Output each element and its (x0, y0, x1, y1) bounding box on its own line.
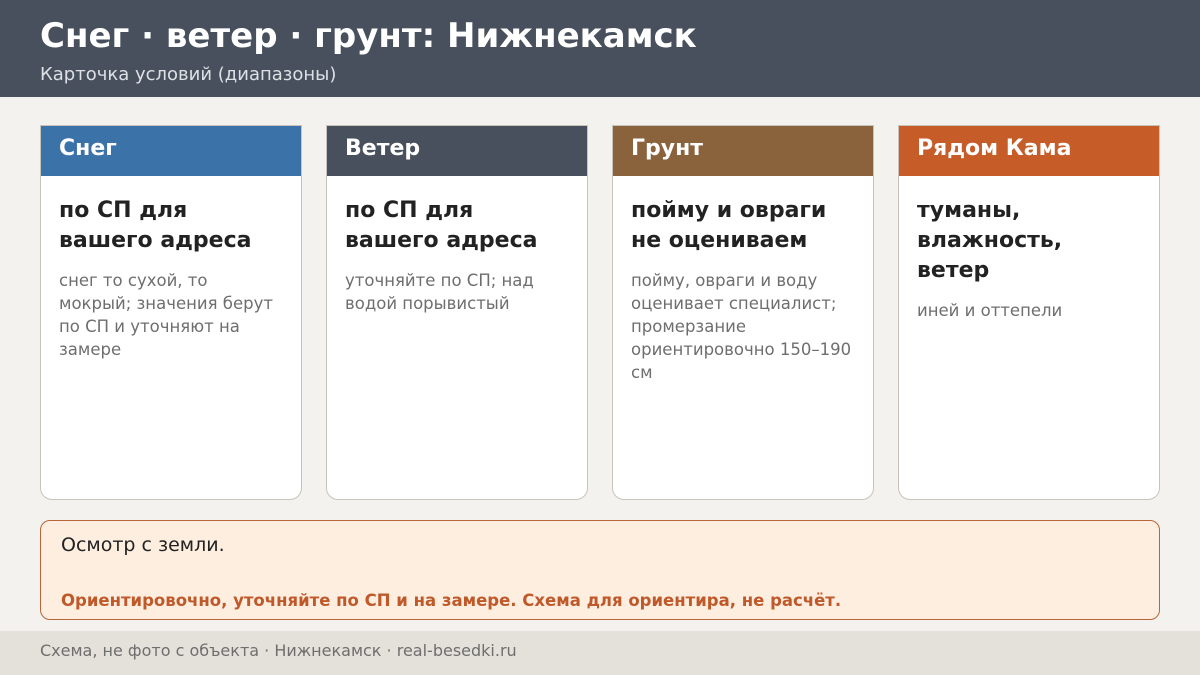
card-title: Грунт (613, 126, 873, 176)
card-note: пойму, овраги и воду оценивает специалис… (631, 271, 852, 382)
card-main-text: туманы, влажность, ветер (917, 198, 1063, 283)
header: Снег · ветер · грунт: Нижнекамск Карточк… (0, 0, 1200, 97)
card-main-text: по СП для вашего адреса (345, 198, 538, 253)
card-note: уточняйте по СП; над водой порывистый (345, 271, 534, 313)
card-main-text: пойму и овраги не оцениваем (631, 198, 827, 253)
card-wind: Ветер по СП для вашего адреса уточняйте … (326, 125, 588, 500)
page-subtitle: Карточка условий (диапазоны) (40, 64, 337, 85)
card-note: иней и оттепели (917, 301, 1063, 320)
footer-text: Схема, не фото с объекта · Нижнекамск · … (40, 641, 517, 660)
card-title: Ветер (327, 126, 587, 176)
page-title: Снег · ветер · грунт: Нижнекамск (40, 16, 697, 56)
card-snow: Снег по СП для вашего адреса снег то сух… (40, 125, 302, 500)
notice-text: Осмотр с земли. (61, 534, 225, 556)
notice-box: Осмотр с земли. Ориентировочно, уточняйт… (40, 520, 1160, 620)
card-title: Рядом Кама (899, 126, 1159, 176)
card-main-text: по СП для вашего адреса (59, 198, 252, 253)
notice-disclaimer: Ориентировочно, уточняйте по СП и на зам… (61, 591, 842, 610)
card-note: снег то сухой, то мокрый; значения берут… (59, 271, 273, 359)
footer: Схема, не фото с объекта · Нижнекамск · … (0, 631, 1200, 675)
card-soil: Грунт пойму и овраги не оцениваем пойму,… (612, 125, 874, 500)
card-kama: Рядом Кама туманы, влажность, ветер иней… (898, 125, 1160, 500)
card-title: Снег (41, 126, 301, 176)
